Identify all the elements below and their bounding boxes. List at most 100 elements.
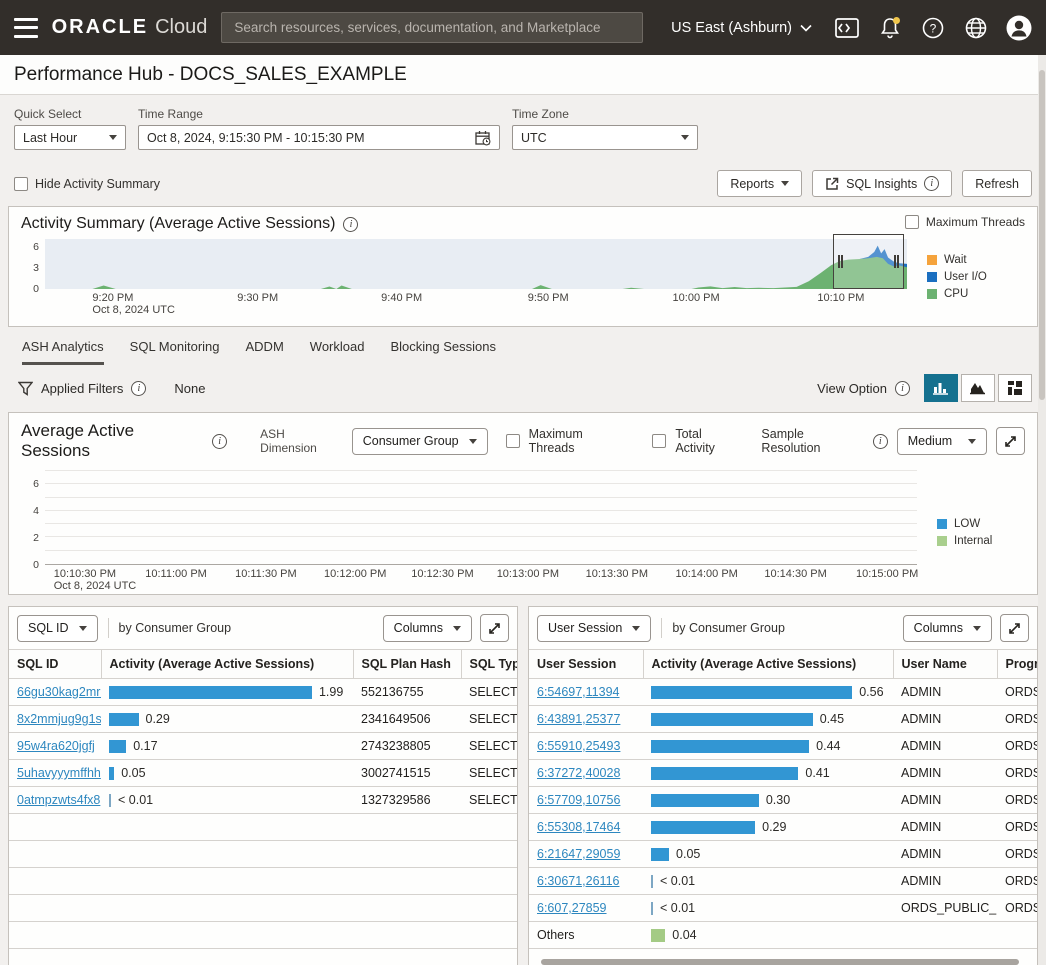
table-row: 6:21647,290590.05ADMINORDS_ — [529, 841, 1037, 868]
sql-id-link[interactable]: 66gu30kag2mr7 — [17, 685, 101, 699]
page-scrollbar-track[interactable] — [1038, 55, 1046, 965]
activity-bar — [651, 686, 852, 699]
column-header[interactable]: Program — [997, 650, 1037, 679]
sql-insights-button[interactable]: SQL Insights i — [812, 170, 952, 197]
legend-item: Internal — [937, 535, 1025, 547]
total-activity-checkbox[interactable] — [652, 434, 666, 448]
session-dimension-dropdown[interactable]: User Session — [537, 615, 651, 642]
summary-maximum-threads-checkbox[interactable] — [905, 215, 919, 229]
aas-x-axis: 10:10:30 PMOct 8, 2024 UTC10:11:00 PM10:… — [45, 565, 917, 595]
view-area-chart-button[interactable] — [961, 374, 995, 402]
sql-plan-hash: 552136755 — [353, 679, 461, 706]
ash-dimension-dropdown[interactable]: Consumer Group — [352, 428, 488, 455]
brush-left-handle[interactable] — [838, 255, 843, 268]
quick-select-value: Last Hour — [23, 131, 77, 145]
sample-resolution-dropdown[interactable]: Medium — [897, 428, 987, 455]
info-icon[interactable]: i — [873, 434, 888, 449]
session-id-link[interactable]: 6:607,27859 — [537, 901, 607, 915]
aas-expand-button[interactable] — [996, 427, 1025, 455]
quick-select-dropdown[interactable]: Last Hour — [14, 125, 126, 150]
tab-sql-monitoring[interactable]: SQL Monitoring — [130, 339, 220, 365]
sql-type: SELECT — [461, 733, 517, 760]
refresh-button[interactable]: Refresh — [962, 170, 1032, 197]
developer-console-icon[interactable] — [834, 15, 860, 41]
horizontal-scrollbar[interactable] — [541, 959, 1019, 965]
program: ORDS_ — [997, 733, 1037, 760]
aas-bar-chart[interactable] — [45, 469, 917, 565]
session-id-link[interactable]: 6:54697,11394 — [537, 685, 620, 699]
sql-table-expand-button[interactable] — [480, 614, 509, 642]
column-header[interactable]: Activity (Average Active Sessions) — [643, 650, 893, 679]
session-table-expand-button[interactable] — [1000, 614, 1029, 642]
reports-button[interactable]: Reports — [717, 170, 802, 197]
aas-maximum-threads-checkbox[interactable] — [506, 434, 520, 448]
view-bar-chart-button[interactable] — [924, 374, 958, 402]
program — [997, 922, 1037, 949]
user-name: ADMIN — [893, 841, 997, 868]
sql-id-link[interactable]: 5uhavyyymffhh — [17, 766, 101, 780]
tab-workload[interactable]: Workload — [310, 339, 365, 365]
column-header[interactable]: User Session — [529, 650, 643, 679]
empty-row — [9, 949, 517, 965]
column-header[interactable]: User Name — [893, 650, 997, 679]
oracle-cloud-logo[interactable]: ORACLE Cloud — [52, 16, 208, 39]
column-header[interactable]: SQL ID — [9, 650, 101, 679]
notifications-bell-icon[interactable] — [877, 15, 903, 41]
user-avatar[interactable] — [1006, 15, 1032, 41]
info-icon[interactable]: i — [895, 381, 910, 396]
time-zone-label: Time Zone — [512, 107, 698, 121]
average-active-sessions-panel: Average Active Sessions i ASH Dimension … — [8, 412, 1038, 595]
session-id-link[interactable]: 6:57709,10756 — [537, 793, 620, 807]
expand-icon — [1004, 435, 1017, 448]
sql-id-link[interactable]: 8x2mmjug9g1su — [17, 712, 101, 726]
info-icon[interactable]: i — [212, 434, 227, 449]
view-grid-button[interactable] — [998, 374, 1032, 402]
activity-summary-chart[interactable] — [45, 239, 907, 289]
legend-label: CPU — [944, 288, 968, 300]
sql-dimension-dropdown[interactable]: SQL ID — [17, 615, 98, 642]
sql-id-link[interactable]: 0atmpzwts4fx8 — [17, 793, 100, 807]
filter-funnel-icon[interactable] — [18, 381, 33, 396]
tab-blocking-sessions[interactable]: Blocking Sessions — [390, 339, 496, 365]
info-icon[interactable]: i — [924, 176, 939, 191]
column-header[interactable]: SQL Type — [461, 650, 517, 679]
time-brush-selection[interactable] — [833, 234, 905, 289]
session-id-link[interactable]: 6:43891,25377 — [537, 712, 620, 726]
activity-value: 0.04 — [672, 928, 696, 942]
tab-addm[interactable]: ADDM — [246, 339, 284, 365]
region-selector[interactable]: US East (Ashburn) — [671, 20, 812, 36]
caret-down-icon — [781, 181, 789, 186]
time-range-value: Oct 8, 2024, 9:15:30 PM - 10:15:30 PM — [147, 131, 365, 145]
sql-id-link[interactable]: 95w4ra620jgfj — [17, 739, 95, 753]
time-zone-dropdown[interactable]: UTC — [512, 125, 698, 150]
activity-value: 0.44 — [816, 739, 840, 753]
activity-bar — [651, 794, 759, 807]
activity-cell: 1.99 — [109, 685, 345, 699]
session-id-link[interactable]: 6:30671,26116 — [537, 874, 620, 888]
caret-down-icon — [681, 135, 689, 140]
session-id-link[interactable]: 6:55308,17464 — [537, 820, 620, 834]
info-icon[interactable]: i — [343, 217, 358, 232]
tab-ash-analytics[interactable]: ASH Analytics — [22, 339, 104, 365]
calendar-icon[interactable] — [475, 130, 491, 146]
page-scrollbar-thumb[interactable] — [1039, 70, 1045, 400]
hide-activity-summary-checkbox[interactable] — [14, 177, 28, 191]
column-header[interactable]: Activity (Average Active Sessions) — [101, 650, 353, 679]
global-search-input[interactable] — [221, 12, 643, 43]
help-icon[interactable]: ? — [920, 15, 946, 41]
time-range-input[interactable]: Oct 8, 2024, 9:15:30 PM - 10:15:30 PM — [138, 125, 500, 150]
language-globe-icon[interactable] — [963, 15, 989, 41]
sql-plan-hash: 2341649506 — [353, 706, 461, 733]
user-name: ADMIN — [893, 814, 997, 841]
session-id-link[interactable]: 6:21647,29059 — [537, 847, 620, 861]
session-id-link[interactable]: 6:55910,25493 — [537, 739, 620, 753]
info-icon[interactable]: i — [131, 381, 146, 396]
sql-columns-button[interactable]: Columns — [383, 615, 472, 642]
brush-right-handle[interactable] — [894, 255, 899, 268]
activity-bar — [651, 740, 809, 753]
session-columns-button[interactable]: Columns — [903, 615, 992, 642]
hamburger-menu-icon[interactable] — [14, 18, 38, 38]
column-header[interactable]: SQL Plan Hash — [353, 650, 461, 679]
session-id-link[interactable]: 6:37272,40028 — [537, 766, 620, 780]
activity-bar — [651, 713, 813, 726]
